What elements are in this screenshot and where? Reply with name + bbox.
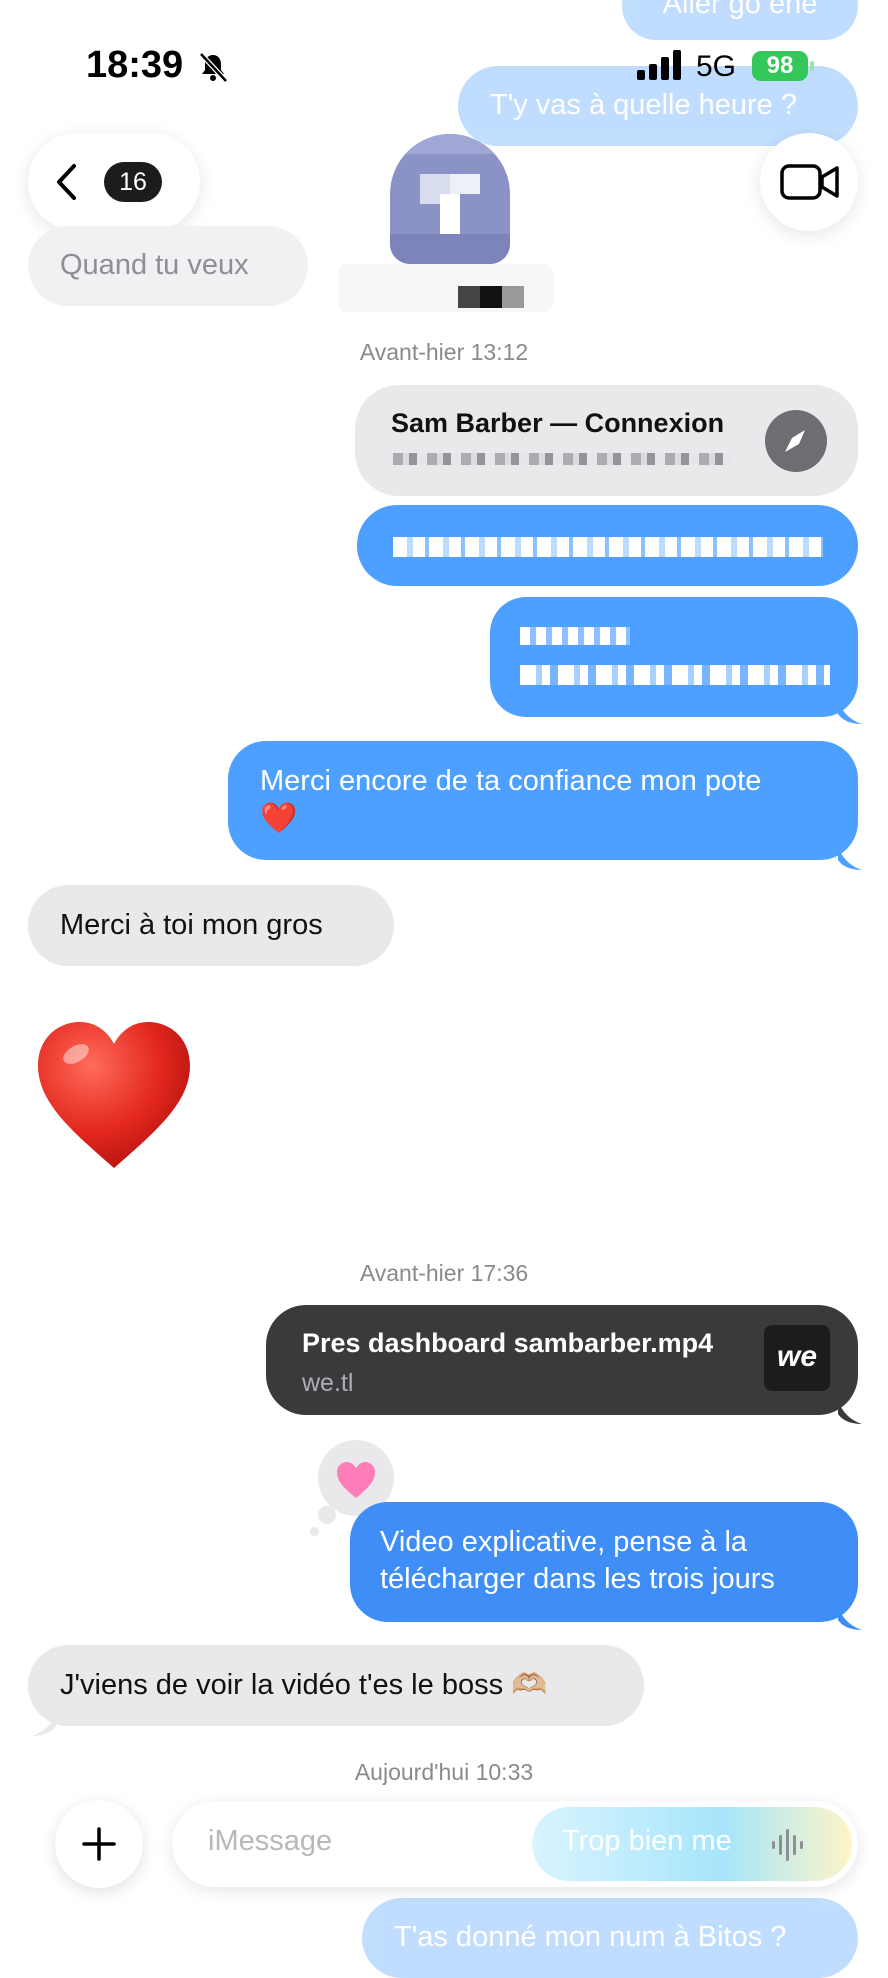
- bubble-tail: [28, 1712, 56, 1738]
- timestamp: Avant-hier 17:36: [359, 1260, 529, 1286]
- battery-tip: [810, 61, 814, 71]
- safari-compass-icon: [765, 410, 827, 472]
- tapback-tail: [318, 1506, 336, 1524]
- link-preview-domain: we.tl: [302, 1369, 354, 1397]
- faded-message-3: Quand tu veux: [28, 226, 308, 306]
- video-call-button[interactable]: [760, 133, 858, 231]
- message-input-placeholder: iMessage: [208, 1825, 333, 1857]
- faded-message-4: T'as donné mon num à Bitos ?: [362, 1898, 858, 1978]
- audio-waveform-icon[interactable]: [768, 1825, 808, 1870]
- plus-icon: [81, 1826, 117, 1867]
- back-button[interactable]: 16: [28, 133, 200, 231]
- bubble-tail: [838, 846, 866, 872]
- pixelated-message[interactable]: [490, 597, 858, 717]
- bubble-tail: [838, 700, 866, 726]
- tapback-tail: [310, 1527, 319, 1536]
- message-bubble[interactable]: J'viens de voir la vidéo t'es le boss 🫶🏼: [28, 1645, 644, 1726]
- battery-icon: 98: [752, 51, 808, 81]
- chevron-left-icon: [54, 163, 78, 206]
- network-label: 5G: [696, 50, 737, 83]
- message-bubble[interactable]: Merci à toi mon gros: [28, 885, 394, 966]
- bubble-tail: [838, 1606, 866, 1632]
- link-preview-card[interactable]: Sam Barber — Connexion: [355, 385, 858, 496]
- status-time: 18:39: [86, 44, 184, 86]
- pixelated-message[interactable]: [357, 505, 858, 586]
- timestamp: Aujourd'hui 10:33: [354, 1759, 534, 1785]
- contact-name[interactable]: [338, 264, 554, 312]
- bubble-tail: [838, 1400, 866, 1426]
- signal-icon: [637, 50, 683, 82]
- link-preview-title: Sam Barber — Connexion: [391, 408, 725, 438]
- timestamp: Avant-hier 13:12: [359, 339, 529, 365]
- unread-count-badge: 16: [104, 162, 162, 202]
- wetransfer-logo-icon: we: [764, 1325, 830, 1391]
- message-bubble[interactable]: Video explicative, pense à la télécharge…: [350, 1502, 858, 1622]
- faded-message-1: Aller go ene: [622, 0, 858, 40]
- link-preview-url: [393, 453, 733, 465]
- bell-muted-icon: [196, 50, 230, 84]
- message-input[interactable]: iMessage Trop bien me: [172, 1801, 858, 1887]
- video-camera-icon: [780, 163, 840, 206]
- plus-button[interactable]: [55, 1800, 143, 1888]
- pink-heart-icon: [335, 1457, 377, 1499]
- link-preview-title: Pres dashboard sambarber.mp4: [302, 1328, 714, 1358]
- contact-avatar[interactable]: [390, 134, 510, 264]
- message-bubble[interactable]: Merci encore de ta confiance mon pote ❤️: [228, 741, 858, 860]
- link-preview-card[interactable]: Pres dashboard sambarber.mp4 we.tl we: [266, 1305, 858, 1415]
- heart-emoji[interactable]: [34, 1018, 194, 1173]
